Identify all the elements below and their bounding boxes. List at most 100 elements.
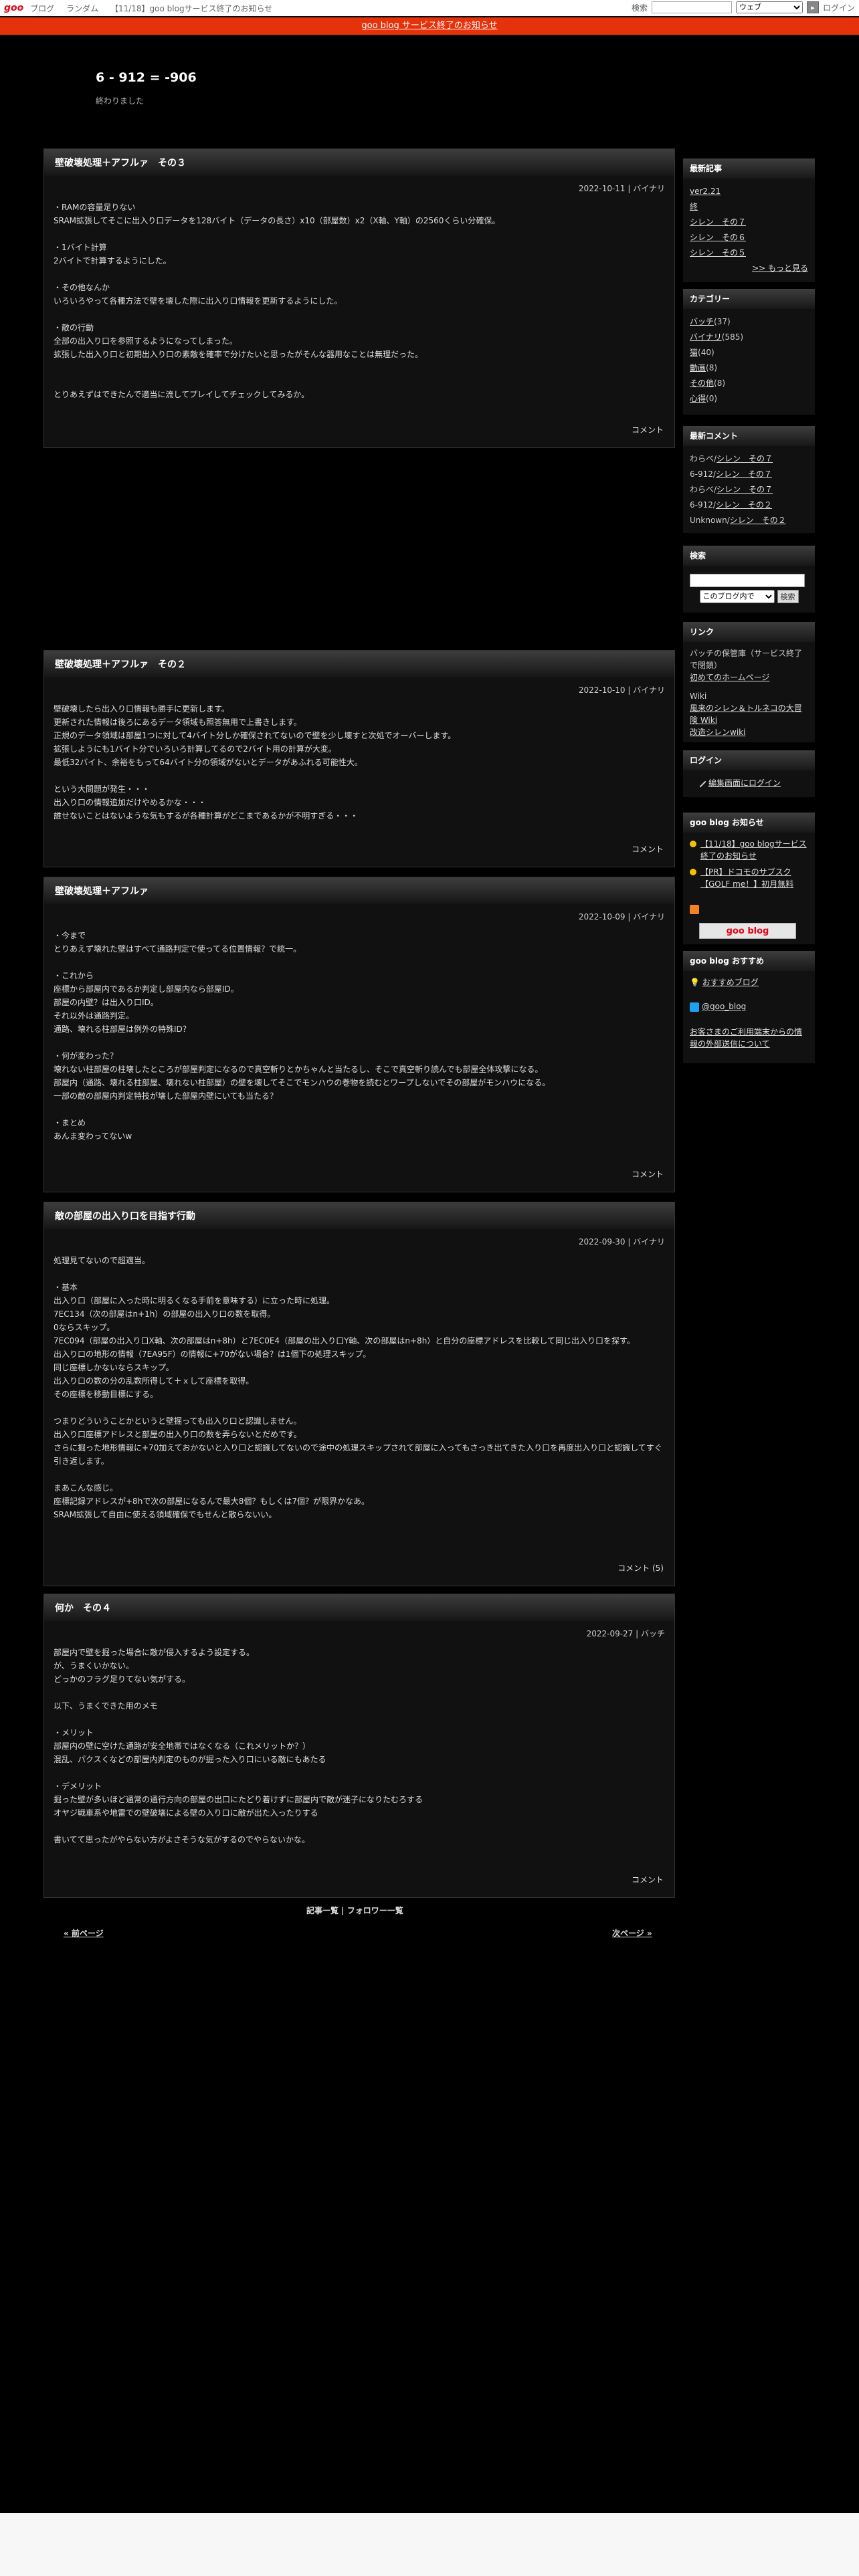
nav-notice-link[interactable]: 【11/18】goo blogサービス終了のお知らせ [110,4,272,13]
login-widget: ログイン 編集画面にログイン [683,750,815,797]
category-link[interactable]: 動画 [690,363,706,372]
link-description: Wiki [690,691,707,701]
category-count: (40) [698,348,714,357]
lightbulb-icon: 💡 [690,978,700,987]
category-count: (37) [714,317,731,326]
post-comment-link[interactable]: コメント [632,1875,664,1885]
post-comment-link[interactable]: コメント [632,1170,664,1179]
post-body: 部屋内で壁を掘った場合に敵が侵入するよう設定する。 が、うまくいかない。 どっか… [54,1648,423,1844]
next-page-link[interactable]: 次ページ » [612,1927,652,1939]
top-navigation-bar: goo ブログ ランダム 【11/18】goo blogサービス終了のお知らせ … [0,0,859,16]
post-title[interactable]: 壁破壊処理＋アフルァ その３ [44,149,674,176]
category-count: (8) [706,363,718,372]
category-link[interactable]: その他 [690,379,714,388]
post-title[interactable]: 何か その４ [44,1594,674,1621]
category-link[interactable]: 心得 [690,394,706,403]
blog-search-button[interactable]: 検索 [777,590,799,603]
widget-title: 最新コメント [683,426,815,446]
recent-post-link[interactable]: シレン その６ [690,233,746,242]
recent-post-link[interactable]: シレン その７ [690,217,746,227]
recent-posts-widget: 最新記事 ver2.21 終 シレン その７ シレン その６ シレン その５ >… [683,158,815,282]
shiren-wiki-link[interactable]: 風来のシレン＆トルネコの大冒険 Wiki [690,704,802,725]
goo-logo[interactable]: goo [4,3,23,13]
category-count: (8) [714,379,726,388]
login-link[interactable]: ログイン [823,2,855,13]
post-article: 何か その４ 2022-09-27 | バッチ 部屋内で壁を掘った場合に敵が侵入… [43,1594,675,1898]
comment-author: わらべ/ [690,485,717,494]
post-article: 壁破壊処理＋アフルァ 2022-10-09 | バイナリ ・今まで とりあえず壊… [43,877,675,1192]
post-body: 処理見てないので超適当。 ・基本 出入り口（部屋に入った時に明るくなる手前を意味… [54,1256,662,1519]
nav-blog-link[interactable]: ブログ [30,4,54,13]
recent-post-link[interactable]: ver2.21 [690,187,721,196]
news-link[interactable]: 【11/18】goo blogサービス終了のお知らせ [700,838,808,862]
post-title[interactable]: 壁破壊処理＋アフルァ その２ [44,651,674,677]
category-link[interactable]: バイナリ [690,332,722,342]
category-link[interactable]: バッチ [690,317,714,326]
post-body: 壁破壊したら出入り口情報も勝手に更新します。 更新された情報は後ろにあるデータ領… [54,704,456,821]
service-end-banner: goo blog サービス終了のお知らせ [0,17,859,35]
blog-search-widget: 検索 このブログ内で 検索 [683,546,815,613]
blog-title[interactable]: 6 - 912 = -906 [96,70,197,85]
goo-recommend-widget: goo blog おすすめ 💡 おすすめブログ @goo_blog お客さまのご… [683,951,815,1063]
comment-author: 6-912/ [690,500,716,510]
post-meta: 2022-10-10 | バイナリ [578,685,665,695]
post-meta: 2022-10-09 | バイナリ [578,912,665,922]
widget-title: カテゴリー [683,289,815,309]
widget-title: 検索 [683,546,815,566]
top-nav: ブログ ランダム 【11/18】goo blogサービス終了のお知らせ [30,3,282,14]
search-scope-select[interactable]: ウェブ [735,1,803,13]
news-link[interactable]: 【PR】ドコモのサブスク【GOLF me！】初月無料 [700,866,808,890]
nav-random-link[interactable]: ランダム [66,4,98,13]
comment-post-link[interactable]: シレン その７ [717,485,773,494]
links-widget: リンク バッチの保管庫（サービス終了で閉鎖） 初めてのホームページ Wiki 風… [683,622,815,742]
widget-title: ログイン [683,750,815,770]
post-meta: 2022-09-27 | バッチ [586,1629,665,1638]
twitter-link[interactable]: @goo_blog [702,1002,746,1011]
search-label: 検索 [631,3,648,13]
recent-post-link[interactable]: シレン その５ [690,248,746,257]
post-title[interactable]: 壁破壊処理＋アフルァ [44,877,674,904]
blog-search-scope-select[interactable]: このブログ内で [699,590,775,603]
link-description: バッチの保管庫（サービス終了で閉鎖） [690,649,803,670]
blog-search-input[interactable] [690,574,805,587]
footer-bar [0,2513,859,2576]
blog-description: 終わりました [96,96,145,106]
widget-title: リンク [683,622,815,642]
category-count: (0) [706,394,718,403]
post-body: ・RAMの容量足りない SRAM拡張してそこに出入り口データを128バイト（デー… [54,203,500,399]
post-article: 敵の部屋の出入り口を目指す行動 2022-09-30 | バイナリ 処理見てない… [43,1202,675,1586]
comment-author: 6-912/ [690,469,716,479]
post-meta: 2022-09-30 | バイナリ [578,1237,665,1247]
comment-author: わらべ/ [690,454,717,463]
category-count: (585) [721,332,744,342]
search-button[interactable]: ▸ [806,1,819,13]
post-comment-link[interactable]: コメント [632,845,664,854]
recent-comments-widget: 最新コメント わらべ/シレン その７ 6-912/シレン その７ わらべ/シレン… [683,426,815,533]
more-posts-link[interactable]: >> もっと見る [752,263,808,273]
entry-list-links[interactable]: 記事一覧 | フォロワー一覧 [306,1905,403,1916]
homepage-link[interactable]: 初めてのホームページ [690,673,769,682]
comment-post-link[interactable]: シレン その７ [717,454,773,463]
post-comment-link[interactable]: コメント [632,425,664,435]
post-title[interactable]: 敵の部屋の出入り口を目指す行動 [44,1202,674,1229]
recommend-blog-link[interactable]: おすすめブログ [702,978,759,987]
comment-post-link[interactable]: シレン その２ [730,516,786,525]
comment-post-link[interactable]: シレン その７ [716,469,772,479]
edit-login-link[interactable]: 編集画面にログイン [708,778,781,788]
service-end-link[interactable]: goo blog サービス終了のお知らせ [361,21,497,31]
top-search-input[interactable] [651,1,732,13]
category-link[interactable]: 猫 [690,348,698,357]
comment-post-link[interactable]: シレン その２ [716,500,772,510]
post-article: 壁破壊処理＋アフルァ その２ 2022-10-10 | バイナリ 壁破壊したら出… [43,650,675,867]
prev-page-link[interactable]: « 前ページ [64,1927,104,1939]
goo-blog-badge[interactable]: goo blog [699,923,796,939]
recent-post-link[interactable]: 終 [690,202,698,211]
external-transmission-link[interactable]: お客さまのご利用端末からの情報の外部送信について [690,1027,802,1049]
pen-icon [694,776,706,788]
goo-news-widget: goo blog お知らせ 【11/18】goo blogサービス終了のお知らせ… [683,813,815,944]
bullet-icon [690,869,696,875]
rss-icon[interactable] [690,905,699,914]
mod-wiki-link[interactable]: 改造シレンwiki [690,728,745,737]
widget-title: goo blog おすすめ [683,951,815,971]
post-comment-link[interactable]: コメント (5) [617,1564,664,1573]
